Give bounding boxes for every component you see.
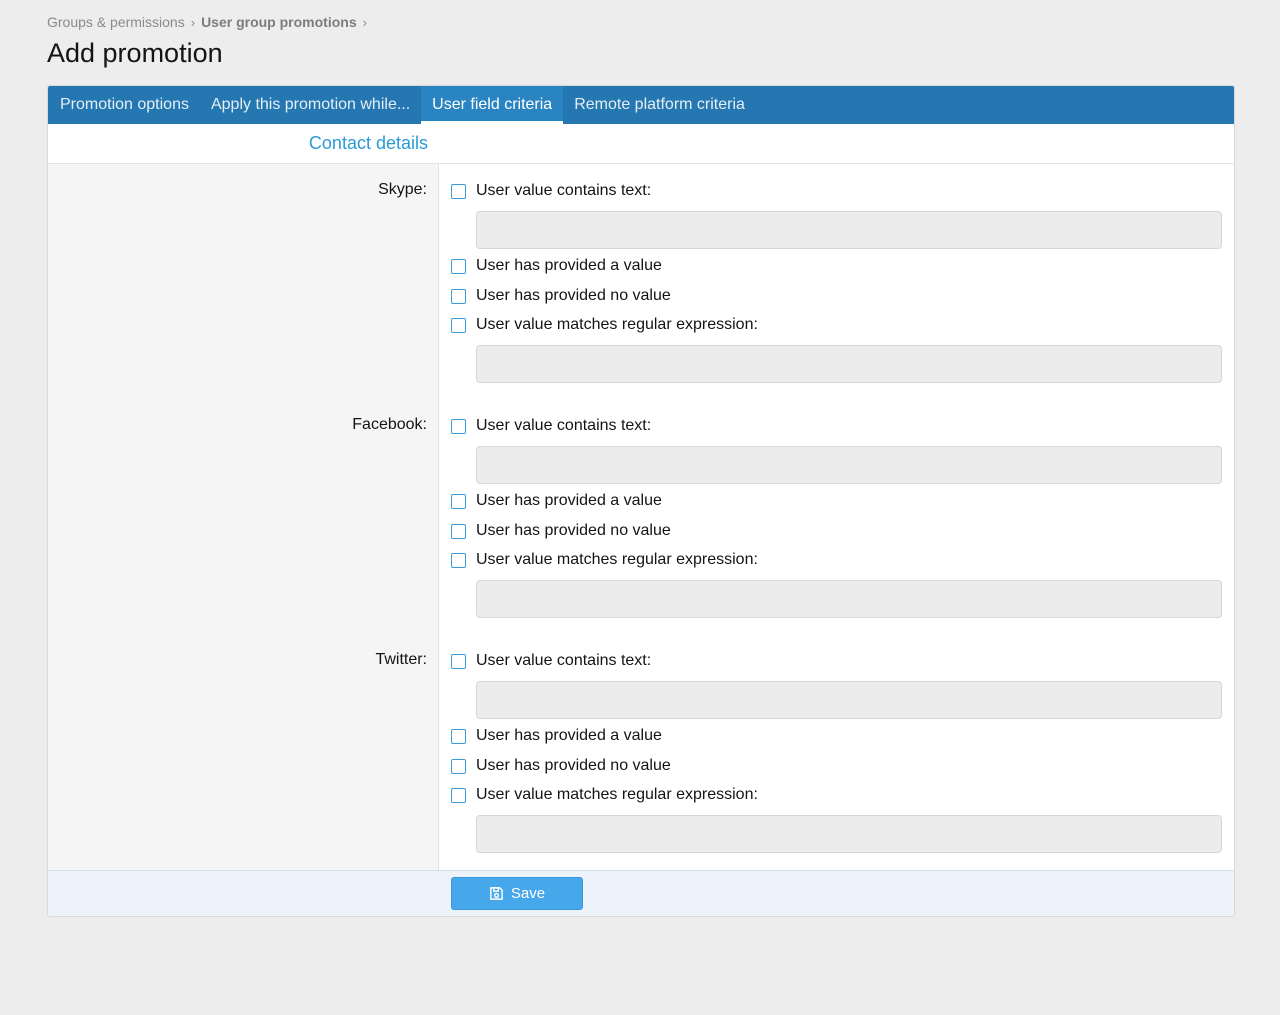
field-label-facebook: Facebook:: [352, 416, 427, 433]
checkbox[interactable]: [451, 183, 466, 199]
checkbox[interactable]: [451, 653, 466, 669]
twitter-no-value-option[interactable]: User has provided no value: [451, 756, 671, 776]
tab-user-field-criteria[interactable]: User field criteria: [421, 86, 564, 124]
twitter-regex-input[interactable]: [476, 815, 1222, 853]
facebook-regex-option[interactable]: User value matches regular expression:: [451, 550, 758, 570]
section-header-row: Contact details: [48, 124, 1234, 164]
option-label: User value contains text:: [476, 652, 652, 669]
section-header: Contact details: [48, 124, 439, 163]
twitter-provided-option[interactable]: User has provided a value: [451, 726, 662, 746]
facebook-regex-input[interactable]: [476, 580, 1222, 618]
breadcrumb-item-user-group-promotions[interactable]: User group promotions: [201, 14, 357, 30]
facebook-contains-input[interactable]: [476, 446, 1222, 484]
skype-provided-option[interactable]: User has provided a value: [451, 256, 662, 276]
tab-promotion-options[interactable]: Promotion options: [49, 86, 200, 124]
option-label: User has provided a value: [476, 492, 662, 509]
checkbox[interactable]: [451, 288, 466, 304]
save-button-label: Save: [510, 885, 546, 902]
breadcrumb-item-groups-permissions[interactable]: Groups & permissions: [47, 14, 185, 30]
breadcrumb: Groups & permissions › User group promot…: [47, 13, 373, 31]
option-label: User value matches regular expression:: [476, 551, 758, 568]
skype-contains-input[interactable]: [476, 211, 1222, 249]
save-icon: [490, 887, 503, 900]
skype-regex-input[interactable]: [476, 345, 1222, 383]
field-label-skype: Skype:: [378, 181, 427, 198]
labels-column: Skype: Facebook: Twitter:: [48, 164, 439, 870]
option-label: User value contains text:: [476, 417, 652, 434]
checkbox[interactable]: [451, 523, 466, 539]
facebook-no-value-option[interactable]: User has provided no value: [451, 521, 671, 541]
fields-column: User value contains text: User has provi…: [439, 164, 1234, 870]
facebook-provided-option[interactable]: User has provided a value: [451, 491, 662, 511]
tab-bar: Promotion options Apply this promotion w…: [48, 86, 1234, 124]
twitter-contains-option[interactable]: User value contains text:: [451, 651, 651, 671]
checkbox[interactable]: [451, 418, 466, 434]
page-title: Add promotion: [47, 38, 223, 68]
checkbox[interactable]: [451, 787, 466, 803]
save-button[interactable]: Save: [451, 877, 583, 910]
skype-regex-option[interactable]: User value matches regular expression:: [451, 315, 758, 335]
facebook-contains-option[interactable]: User value contains text:: [451, 416, 651, 436]
promotion-form-panel: Promotion options Apply this promotion w…: [47, 85, 1235, 917]
option-label: User has provided a value: [476, 727, 662, 744]
section-title: Contact details: [308, 133, 428, 153]
breadcrumb-separator-icon: ›: [190, 14, 196, 30]
option-label: User has provided no value: [476, 287, 671, 304]
option-label: User has provided no value: [476, 522, 671, 539]
tab-apply-promotion-while[interactable]: Apply this promotion while...: [200, 86, 421, 124]
option-label: User has provided a value: [476, 257, 662, 274]
checkbox[interactable]: [451, 728, 466, 744]
skype-no-value-option[interactable]: User has provided no value: [451, 286, 671, 306]
option-label: User has provided no value: [476, 757, 671, 774]
checkbox[interactable]: [451, 317, 466, 333]
checkbox[interactable]: [451, 493, 466, 509]
option-label: User value contains text:: [476, 182, 652, 199]
checkbox[interactable]: [451, 258, 466, 274]
tab-remote-platform-criteria[interactable]: Remote platform criteria: [563, 86, 756, 124]
twitter-regex-option[interactable]: User value matches regular expression:: [451, 785, 758, 805]
checkbox[interactable]: [451, 552, 466, 568]
option-label: User value matches regular expression:: [476, 786, 758, 803]
field-label-twitter: Twitter:: [375, 651, 427, 668]
form-footer: Save: [48, 870, 1234, 916]
option-label: User value matches regular expression:: [476, 316, 758, 333]
skype-contains-option[interactable]: User value contains text:: [451, 181, 651, 201]
breadcrumb-separator-icon: ›: [362, 14, 367, 30]
form-body: Skype: Facebook: Twitter: User value con…: [48, 164, 1234, 870]
checkbox[interactable]: [451, 758, 466, 774]
twitter-contains-input[interactable]: [476, 681, 1222, 719]
